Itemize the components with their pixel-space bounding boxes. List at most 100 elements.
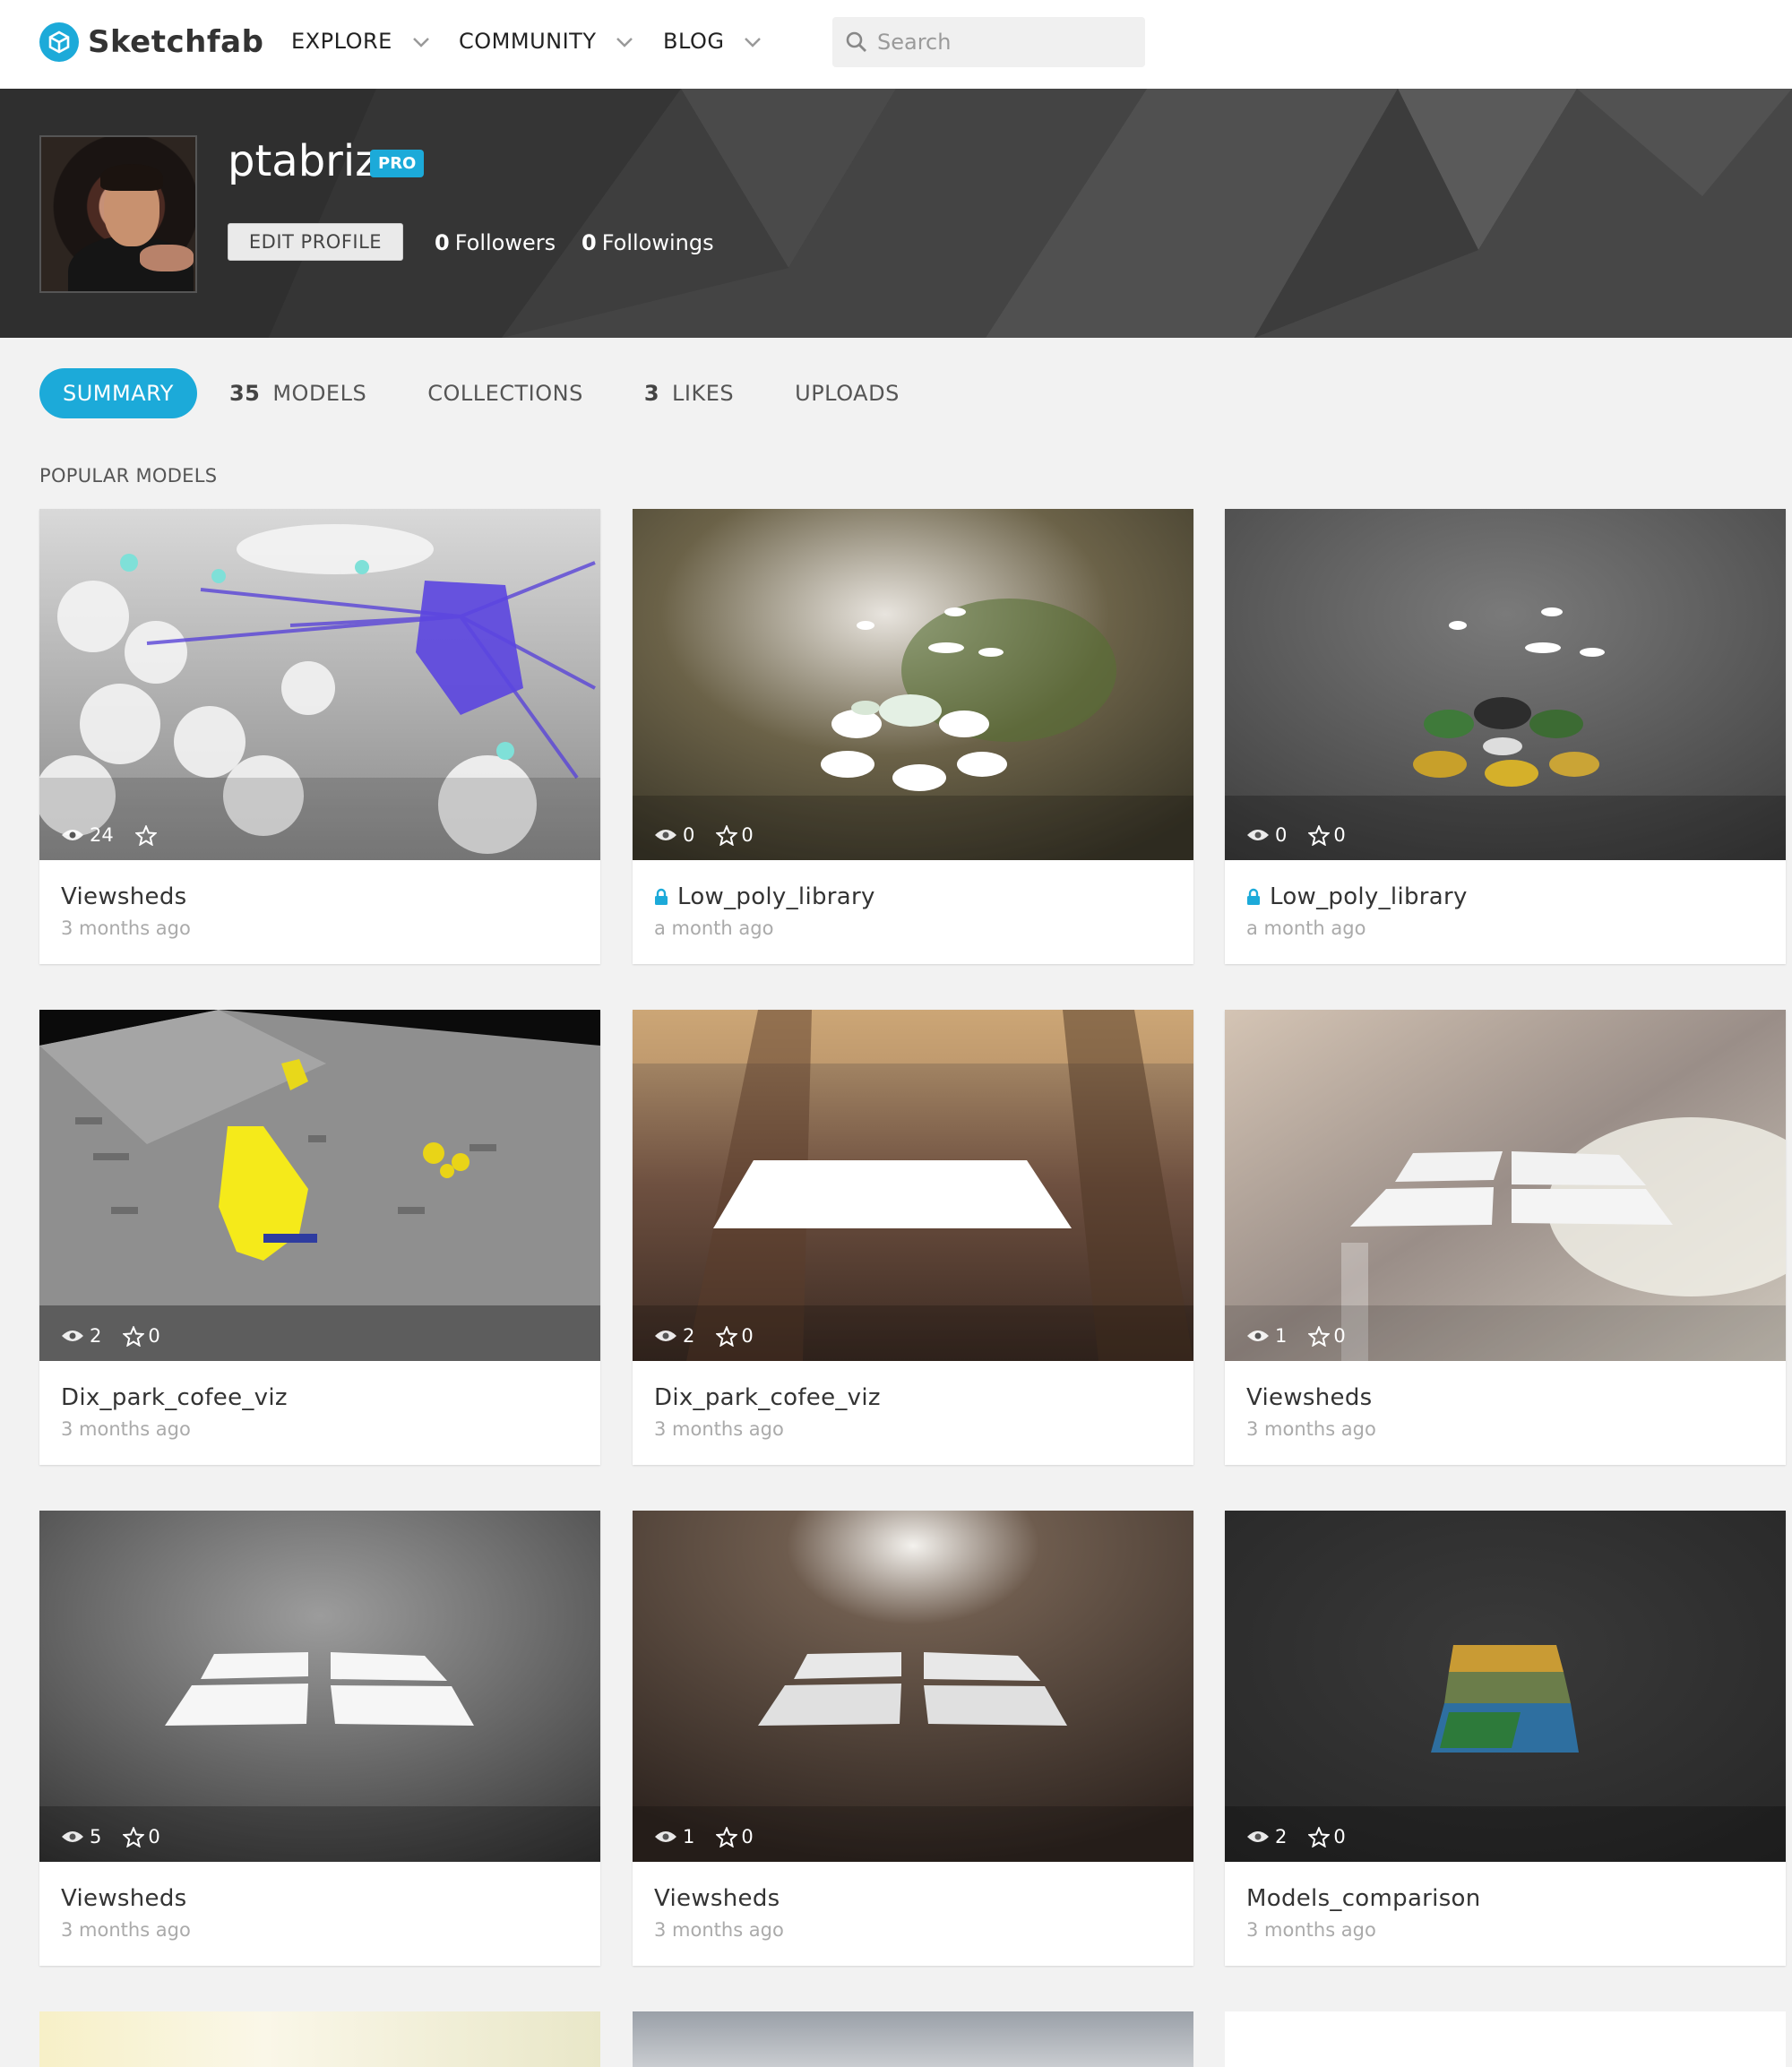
model-thumbnail[interactable]	[1225, 1010, 1786, 1361]
model-thumbnail[interactable]	[1225, 1511, 1786, 1862]
view-count: 2	[61, 1325, 101, 1347]
tab-summary[interactable]: SUMMARY	[39, 368, 197, 418]
view-count: 0	[654, 824, 694, 846]
model-stats: 2 0	[61, 1325, 160, 1347]
followers-label: Followers	[454, 230, 556, 255]
model-stats: 0 0	[1246, 824, 1346, 846]
star-icon	[716, 1826, 738, 1847]
nav-blog[interactable]: BLOG	[663, 29, 762, 54]
model-title-link[interactable]: Low_poly_library	[1246, 883, 1468, 910]
tab-uploads[interactable]: UPLOADS	[795, 381, 900, 406]
star-icon	[1308, 1325, 1331, 1347]
model-title-link[interactable]: Viewsheds	[61, 883, 186, 910]
eye-icon	[1247, 830, 1269, 840]
model-title-link[interactable]: Viewsheds	[654, 1885, 780, 1912]
like-count[interactable]: 0	[716, 1325, 754, 1347]
model-meta: Viewsheds 3 months ago	[654, 1862, 1192, 1966]
model-stats: 2 0	[1246, 1826, 1346, 1847]
like-count-value: 0	[1333, 824, 1346, 846]
model-title-link[interactable]: Models_comparison	[1246, 1885, 1481, 1912]
model-time: 3 months ago	[654, 1919, 784, 1941]
model-title-link[interactable]: Viewsheds	[61, 1885, 186, 1912]
search-box[interactable]	[832, 17, 1145, 67]
like-count[interactable]: 0	[716, 824, 754, 846]
followings-link[interactable]: 0 Followings	[582, 230, 714, 255]
model-thumbnail[interactable]	[633, 509, 1193, 860]
tab-likes-label: LIKES	[672, 381, 735, 406]
tab-collections[interactable]: COLLECTIONS	[427, 381, 583, 406]
model-title: Viewsheds	[61, 1885, 187, 1912]
lock-icon	[655, 888, 668, 905]
model-meta: Dix_park_cofee_viz 3 months ago	[654, 1361, 1192, 1465]
like-count-value: 0	[148, 1826, 160, 1847]
view-count: 5	[61, 1826, 101, 1847]
star-icon	[716, 824, 738, 846]
model-stats: 2 0	[654, 1325, 754, 1347]
nav-blog-label: BLOG	[663, 29, 725, 54]
tab-likes[interactable]: 3 LIKES	[644, 381, 734, 406]
star-icon	[1308, 824, 1331, 846]
model-stats: 5 0	[61, 1826, 160, 1847]
model-card[interactable]: 0 0 Low_poly_library a month ago	[633, 509, 1193, 964]
like-count[interactable]: 0	[123, 1325, 160, 1347]
view-count-value: 1	[683, 1826, 695, 1847]
view-count: 2	[654, 1325, 694, 1347]
tab-models[interactable]: 35 MODELS	[229, 381, 366, 406]
model-thumbnail[interactable]	[1225, 509, 1786, 860]
view-count-value: 1	[1275, 1325, 1288, 1347]
profile-tabs: SUMMARY 35 MODELS COLLECTIONS 3 LIKES UPLO…	[39, 368, 961, 418]
model-card[interactable]: 24 Viewsheds 3 months ago	[39, 509, 600, 964]
like-count[interactable]: 0	[1308, 1325, 1346, 1347]
model-stats: 1 0	[654, 1826, 754, 1847]
followers-link[interactable]: 0 Followers	[435, 230, 556, 255]
star-icon	[123, 1826, 145, 1847]
model-title-link[interactable]: Viewsheds	[1246, 1384, 1372, 1411]
top-nav: Sketchfab EXPLORE COMMUNITY BLOG	[0, 0, 1792, 89]
model-title: Viewsheds	[61, 883, 187, 910]
edit-profile-button[interactable]: EDIT PROFILE	[228, 223, 403, 261]
model-thumbnail[interactable]	[633, 1511, 1193, 1862]
model-thumbnail[interactable]	[39, 1010, 600, 1361]
model-card-partial[interactable]	[1225, 2011, 1786, 2067]
model-card[interactable]: 2 0 Dix_park_cofee_viz 3 months ago	[39, 1010, 600, 1465]
brand-logo[interactable]: Sketchfab	[39, 22, 263, 62]
model-meta: Viewsheds 3 months ago	[1246, 1361, 1784, 1465]
model-title-link[interactable]: Dix_park_cofee_viz	[654, 1384, 881, 1411]
nav-community-label: COMMUNITY	[459, 29, 597, 54]
model-title-link[interactable]: Low_poly_library	[654, 883, 875, 910]
model-card[interactable]: 5 0 Viewsheds 3 months ago	[39, 1511, 600, 1966]
model-stats: 24	[61, 824, 160, 846]
followings-label: Followings	[601, 230, 714, 255]
model-card-partial[interactable]	[633, 2011, 1193, 2067]
view-count-value: 2	[683, 1325, 695, 1347]
profile-username: ptabriz	[228, 136, 378, 186]
model-thumbnail[interactable]	[39, 1511, 600, 1862]
avatar[interactable]	[39, 135, 197, 293]
model-title: Low_poly_library	[1270, 883, 1468, 910]
model-title-link[interactable]: Dix_park_cofee_viz	[61, 1384, 288, 1411]
model-card[interactable]: 1 0 Viewsheds 3 months ago	[1225, 1010, 1786, 1465]
like-count[interactable]: 0	[1308, 824, 1346, 846]
like-count[interactable]: 0	[716, 1826, 754, 1847]
search-input[interactable]	[877, 30, 1128, 55]
nav-explore[interactable]: EXPLORE	[291, 29, 430, 54]
model-meta: Dix_park_cofee_viz 3 months ago	[61, 1361, 599, 1465]
model-thumbnail[interactable]	[39, 509, 600, 860]
eye-icon	[655, 830, 676, 840]
model-thumbnail[interactable]	[633, 1010, 1193, 1361]
like-count[interactable]: 0	[123, 1826, 160, 1847]
view-count-value: 2	[1275, 1826, 1288, 1847]
model-stats: 1 0	[1246, 1325, 1346, 1347]
brand-name: Sketchfab	[88, 24, 264, 60]
model-card[interactable]: 1 0 Viewsheds 3 months ago	[633, 1511, 1193, 1966]
model-card[interactable]: 0 0 Low_poly_library a month ago	[1225, 509, 1786, 964]
nav-community[interactable]: COMMUNITY	[459, 29, 633, 54]
model-title: Viewsheds	[1246, 1384, 1373, 1411]
model-card-partial[interactable]	[39, 2011, 600, 2067]
model-card[interactable]: 2 0 Models_comparison 3 months ago	[1225, 1511, 1786, 1966]
model-card[interactable]: 2 0 Dix_park_cofee_viz 3 months ago	[633, 1010, 1193, 1465]
model-title: Low_poly_library	[677, 883, 875, 910]
like-count[interactable]: 0	[1308, 1826, 1346, 1847]
like-count[interactable]	[134, 824, 160, 846]
eye-icon	[1247, 1831, 1269, 1842]
